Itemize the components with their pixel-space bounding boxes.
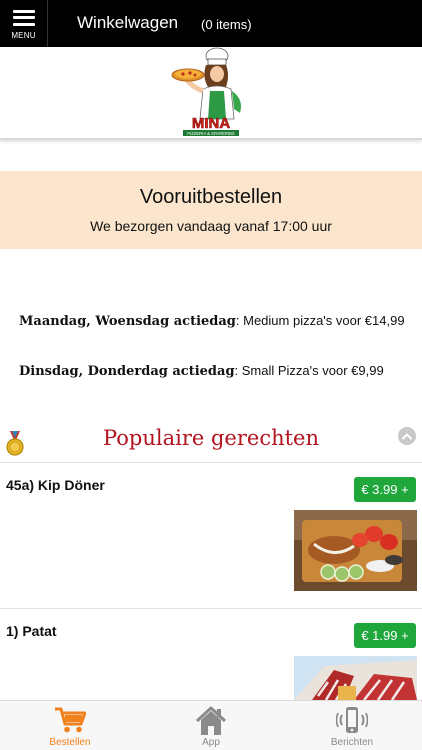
product-item[interactable]: 1) Patat € 1.99 + [0, 609, 422, 700]
popular-section-title: Populaire gerechten [103, 426, 319, 450]
nav-label: Bestellen [49, 737, 91, 748]
top-bar: MENU Winkelwagen (0 items) [0, 0, 422, 47]
nav-label: Berichten [330, 737, 374, 748]
home-icon [195, 706, 227, 735]
logo-sub-text: PIZZERIA & SPARERIBS [187, 131, 235, 136]
banner-title: Vooruitbestellen [139, 186, 283, 208]
promo-line: Maandag, Woensdag actiedag: Medium pizza… [19, 313, 405, 329]
product-name: 1) Patat [6, 623, 57, 639]
promo-text: : Small Pizza's voor €9,99 [234, 363, 384, 378]
page-title: Winkelwagen [77, 13, 179, 32]
add-price-button[interactable]: € 1.99 + [354, 623, 416, 648]
preorder-banner: Vooruitbestellen We bezorgen vandaag van… [0, 171, 422, 249]
nav-label: App [202, 737, 220, 748]
menu-button[interactable]: MENU [0, 0, 47, 47]
scroll-up-button[interactable] [398, 427, 416, 445]
phone-vibrate-icon [336, 707, 368, 733]
logo-area: MINA PIZZERIA & SPARERIBS [0, 47, 422, 140]
nav-berichten[interactable]: Berichten [282, 701, 422, 750]
product-name: 45a) Kip Döner [6, 477, 105, 493]
nav-bestellen[interactable]: Bestellen [0, 701, 140, 750]
restaurant-logo: MINA PIZZERIA & SPARERIBS [171, 47, 241, 136]
product-image [294, 510, 417, 591]
cart-item-count: (0 items) [201, 17, 252, 32]
promo-line: Dinsdag, Donderdag actiedag: Small Pizza… [19, 363, 384, 379]
banner-subtitle: We bezorgen vandaag vanaf 17:00 uur [90, 218, 332, 234]
promo-day: Dinsdag, Donderdag actiedag [19, 364, 235, 379]
promo-day: Maandag, Woensdag actiedag [19, 314, 236, 329]
bottom-navigation: Bestellen App Berichten [0, 700, 422, 750]
logo-brand-text: MINA [192, 115, 230, 132]
chevron-up-icon [402, 433, 412, 440]
add-price-button[interactable]: € 3.99 + [354, 477, 416, 502]
product-item[interactable]: 45a) Kip Döner € 3.99 + [0, 463, 422, 608]
cart-icon [55, 707, 86, 733]
menu-label: MENU [11, 30, 36, 40]
hamburger-icon [12, 9, 35, 26]
promo-text: : Medium pizza's voor €14,99 [235, 313, 405, 328]
header-divider [47, 0, 48, 47]
product-image [294, 656, 417, 700]
nav-app[interactable]: App [141, 701, 281, 750]
